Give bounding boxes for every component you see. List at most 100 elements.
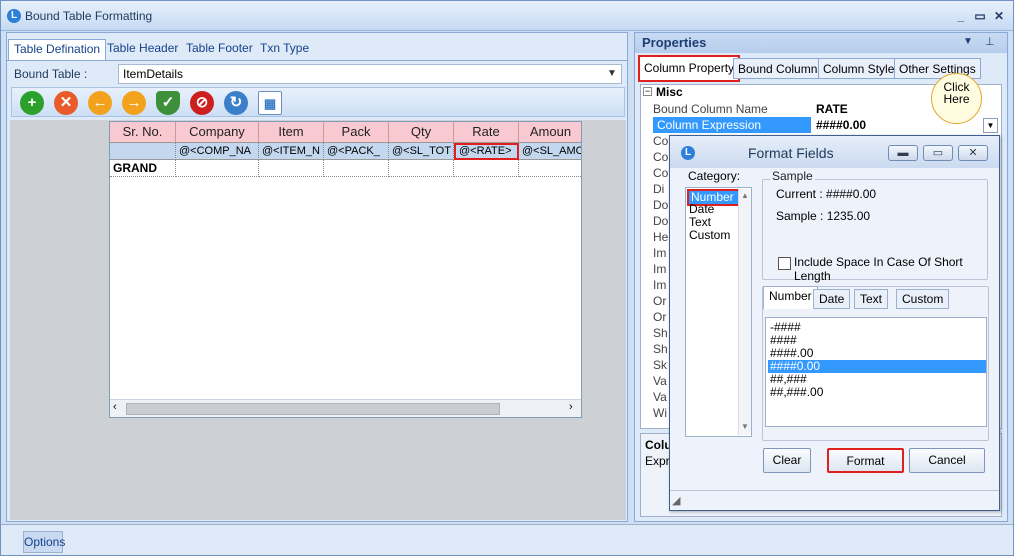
total-cell[interactable] (389, 160, 454, 177)
bound-table-label: Bound Table : (14, 67, 88, 81)
bound-cell[interactable]: @<SL_TOT (389, 143, 454, 160)
chevron-down-icon[interactable]: ▼ (605, 65, 619, 83)
desc-title: Colu (645, 438, 672, 452)
scroll-left-icon[interactable]: ‹ (113, 401, 117, 413)
bound-cell[interactable] (110, 143, 176, 160)
prop-value-expression[interactable]: ####0.00 (816, 117, 866, 133)
dialog-close-icon[interactable]: ✕ (958, 145, 988, 161)
click-here-tooltip: Click Here (931, 73, 982, 124)
tab-column-style[interactable]: Column Style (818, 58, 900, 79)
prop-name: Or (653, 310, 667, 324)
bound-table-select[interactable]: ItemDetails ▼ (118, 64, 622, 84)
prop-name: Do (653, 198, 669, 212)
tab-table-footer[interactable]: Table Footer (181, 39, 258, 60)
collapse-icon[interactable]: − (643, 87, 652, 96)
minimize-icon[interactable]: _ (954, 9, 968, 23)
prop-name: Im (653, 246, 667, 260)
tab-custom[interactable]: Custom (896, 289, 950, 309)
scroll-up-icon[interactable]: ▲ (741, 191, 749, 200)
options-button[interactable]: Options (23, 531, 65, 553)
stop-icon[interactable]: ⊘ (190, 91, 214, 115)
prop-name: Bound Column Name (653, 102, 768, 116)
bound-cell[interactable]: @<ITEM_N (259, 143, 324, 160)
resize-grip-icon[interactable]: ◢ (672, 494, 680, 507)
properties-title: Properties (635, 33, 1007, 53)
window-title: Bound Table Formatting (25, 9, 153, 23)
tab-divider (7, 60, 627, 61)
prop-name: Im (653, 262, 667, 276)
format-item[interactable]: ##,###.00 (768, 386, 986, 399)
grid-icon[interactable]: ▦ (258, 91, 282, 115)
dialog-maximize-icon[interactable]: ▭ (923, 145, 953, 161)
prop-name: Or (653, 294, 667, 308)
bound-cell[interactable]: @<PACK_ (324, 143, 389, 160)
dropdown-arrow-icon[interactable]: ▼ (963, 36, 973, 47)
format-item[interactable]: -#### (768, 321, 986, 334)
tab-bound-columns[interactable]: Bound Columns (733, 58, 829, 79)
prop-name: Co (653, 134, 669, 148)
prop-name-selected: Column Expression (653, 117, 811, 133)
format-fields-dialog: L Format Fields ▬ ▭ ✕ Category: Number D… (669, 135, 1000, 511)
header-cell[interactable]: Item (259, 122, 324, 143)
total-cell[interactable]: GRAND (110, 160, 176, 177)
header-cell[interactable]: Pack (324, 122, 389, 143)
format-list[interactable]: -#### #### ####.00 ####0.00 ##,### ##,##… (765, 317, 987, 427)
shield-icon[interactable]: ✓ (156, 91, 180, 115)
tab-column-property[interactable]: Column Property (638, 55, 741, 82)
format-button[interactable]: Format (827, 448, 904, 473)
design-grid[interactable]: Sr. No. Company Item Pack Qty Rate Amoun… (109, 121, 582, 418)
back-icon[interactable]: ← (88, 91, 112, 115)
header-cell[interactable]: Company (176, 122, 259, 143)
tab-table-header[interactable]: Table Header (102, 39, 183, 60)
prop-name: He (653, 230, 669, 244)
dialog-title-bar: L Format Fields ▬ ▭ ✕ (670, 136, 999, 168)
forward-icon[interactable]: → (122, 91, 146, 115)
scroll-right-icon[interactable]: › (569, 401, 573, 413)
sample-value: Sample : 1235.00 (776, 209, 871, 223)
header-cell[interactable]: Qty (389, 122, 454, 143)
tab-number[interactable]: Number (763, 286, 818, 309)
scroll-down-icon[interactable]: ▼ (741, 422, 749, 431)
category-scrollbar[interactable]: ▲ ▼ (738, 189, 751, 435)
prop-name: Im (653, 278, 667, 292)
main-window: L Bound Table Formatting _ ▭ ✕ Table Def… (0, 0, 1014, 556)
prop-value[interactable]: RATE (816, 101, 848, 117)
scroll-thumb[interactable] (126, 403, 500, 415)
horizontal-scrollbar[interactable]: ‹ › (110, 399, 581, 417)
total-cell[interactable] (324, 160, 389, 177)
tab-table-definition[interactable]: Table Defination (8, 39, 107, 61)
category-list[interactable]: Number Date Text Custom ▲ ▼ (685, 187, 752, 437)
prop-name: Co (653, 166, 669, 180)
bound-cell-rate[interactable]: @<RATE> (454, 143, 519, 160)
close-icon[interactable]: ✕ (992, 9, 1006, 23)
include-space-label: Include Space In Case Of Short Length (794, 255, 963, 283)
tab-text[interactable]: Text (854, 289, 889, 309)
pin-icon[interactable]: ⊥ (985, 35, 995, 48)
category-custom[interactable]: Custom (689, 229, 730, 242)
prop-name: Do (653, 214, 669, 228)
delete-icon[interactable]: ✕ (54, 91, 78, 115)
total-cell[interactable] (454, 160, 519, 177)
dialog-app-icon: L (681, 146, 695, 160)
prop-name: Wi (653, 406, 667, 420)
chevron-down-icon[interactable]: ▼ (983, 118, 998, 133)
tab-date[interactable]: Date (813, 289, 851, 309)
bound-cell[interactable]: @<SL_AMO (519, 143, 581, 160)
header-cell[interactable]: Sr. No. (110, 122, 176, 143)
header-cell[interactable]: Rate (454, 122, 519, 143)
dialog-title: Format Fields (748, 145, 834, 161)
sample-label: Sample (770, 169, 815, 183)
add-icon[interactable]: + (20, 91, 44, 115)
dialog-minimize-icon[interactable]: ▬ (888, 145, 918, 161)
cancel-button[interactable]: Cancel (909, 448, 985, 473)
clear-button[interactable]: Clear (763, 448, 811, 473)
header-cell[interactable]: Amoun (519, 122, 581, 143)
total-cell[interactable] (259, 160, 324, 177)
include-space-checkbox[interactable] (778, 257, 791, 270)
maximize-icon[interactable]: ▭ (973, 9, 987, 23)
bound-cell[interactable]: @<COMP_NA (176, 143, 259, 160)
refresh-icon[interactable]: ↻ (224, 91, 248, 115)
total-cell[interactable] (519, 160, 581, 177)
total-cell[interactable] (176, 160, 259, 177)
tab-txn-type[interactable]: Txn Type (255, 39, 314, 60)
